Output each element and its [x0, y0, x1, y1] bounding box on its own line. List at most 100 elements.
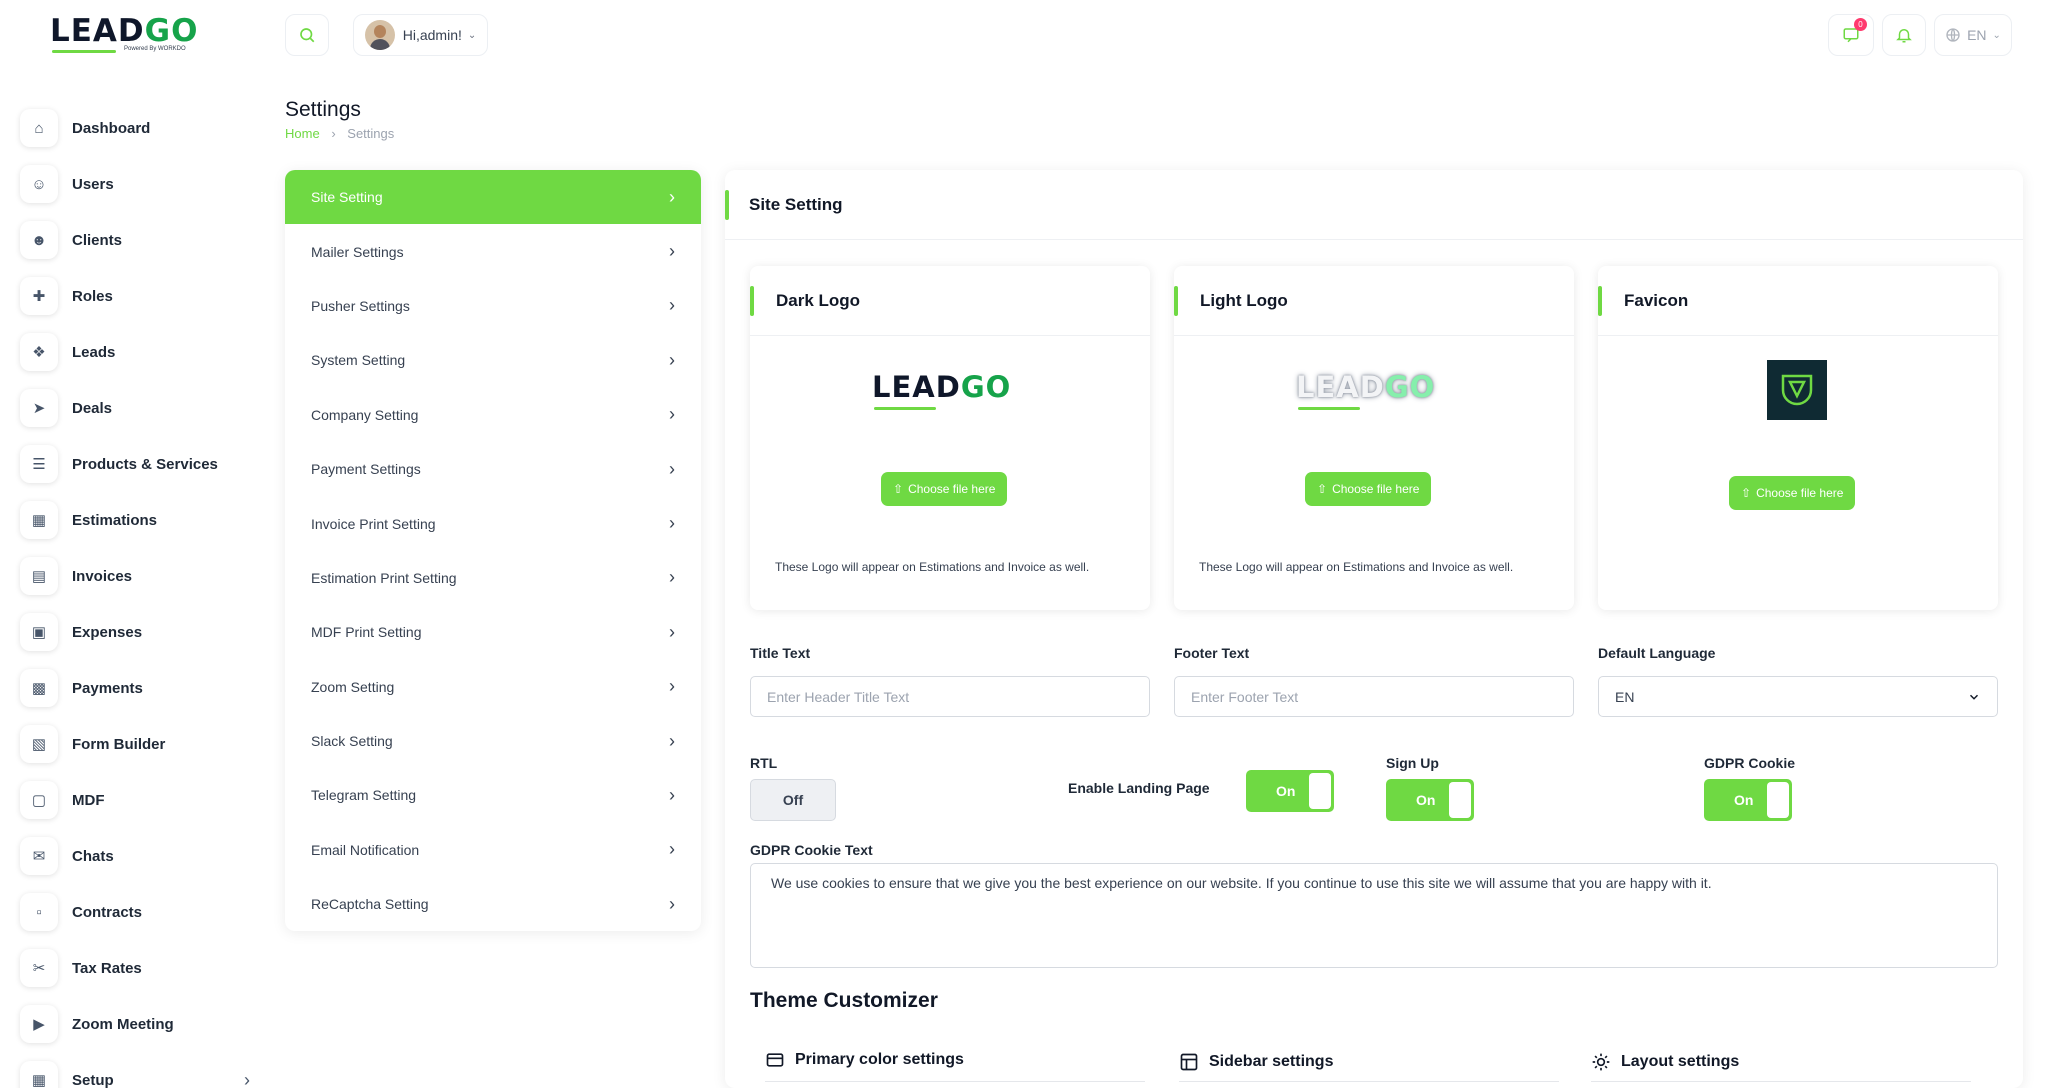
sidebar-item-label: Contracts	[72, 903, 143, 921]
user-icon: ☻	[20, 221, 58, 259]
sidebar-item-invoices[interactable]: ▤ Invoices	[20, 548, 250, 604]
settings-menu-item-recaptcha-setting[interactable]: ReCaptcha Setting ›	[285, 877, 701, 931]
logo-text: LEADGO	[1296, 370, 1436, 404]
sidebar: LEADGO Powered By WORKDO ⌂ Dashboard ☺ User…	[0, 0, 270, 1088]
estimations-icon: ▦	[20, 501, 58, 539]
sidebar-item-dashboard[interactable]: ⌂ Dashboard	[20, 100, 250, 156]
user-menu[interactable]: Hi,admin! ⌄	[353, 14, 488, 56]
section-label: Sidebar settings	[1209, 1053, 1334, 1070]
footer-text-input[interactable]	[1174, 676, 1574, 717]
settings-menu-item-site-setting[interactable]: Site Setting ›	[285, 170, 701, 225]
card-header: Favicon	[1598, 266, 1998, 336]
sidebar-item-mdf[interactable]: ▢ MDF	[20, 772, 250, 828]
settings-menu-item-invoice-print-setting[interactable]: Invoice Print Setting ›	[285, 496, 701, 550]
choose-dark-logo-button[interactable]: ⇧ Choose file here	[881, 472, 1008, 506]
chevron-right-icon: ›	[669, 676, 675, 697]
logo-note: These Logo will appear on Estimations an…	[1199, 560, 1514, 574]
sun-icon	[1592, 1053, 1610, 1071]
users-icon: ☺	[20, 165, 58, 203]
settings-menu-item-mdf-print-setting[interactable]: MDF Print Setting ›	[285, 605, 701, 659]
bell-icon	[1896, 29, 1912, 43]
settings-menu-item-estimation-print-setting[interactable]: Estimation Print Setting ›	[285, 551, 701, 605]
menu-item-label: Mailer Settings	[311, 243, 404, 260]
language-selector[interactable]: EN ⌄	[1934, 14, 2012, 56]
toggle-knob	[1767, 782, 1789, 818]
sidebar-item-users[interactable]: ☺ Users	[20, 156, 250, 212]
sidebar-item-clients[interactable]: ☻ Clients	[20, 212, 250, 268]
settings-menu-item-telegram-setting[interactable]: Telegram Setting ›	[285, 768, 701, 822]
notifications-button[interactable]	[1882, 14, 1926, 56]
sidebar-item-estimations[interactable]: ▦ Estimations	[20, 492, 250, 548]
panel-header: Site Setting	[725, 170, 2023, 240]
gdpr-cookie-toggle[interactable]: On	[1704, 779, 1792, 821]
sidebar-item-label: Roles	[72, 287, 113, 305]
sidebar-item-deals[interactable]: ➤ Deals	[20, 380, 250, 436]
default-language-label: Default Language	[1598, 645, 1716, 661]
user-greeting: Hi,admin!	[402, 27, 462, 43]
primary-color-settings-header[interactable]: Primary color settings	[765, 1050, 964, 1070]
menu-item-label: Payment Settings	[311, 461, 421, 478]
dark-logo-card: Dark Logo LEADGO ⇧ Choose file here These…	[750, 266, 1150, 610]
accent-mark	[1598, 286, 1602, 316]
menu-item-label: Telegram Setting	[311, 787, 417, 804]
default-language-select[interactable]: EN	[1598, 676, 1998, 717]
globe-icon	[1946, 28, 1960, 42]
button-label: Choose file here	[1332, 482, 1420, 496]
select-value: EN	[1615, 688, 1635, 705]
sign-up-toggle[interactable]: On	[1386, 779, 1474, 821]
settings-menu-item-email-notification[interactable]: Email Notification ›	[285, 823, 701, 877]
sidebar-item-label: Estimations	[72, 511, 158, 529]
title-text-input[interactable]	[750, 676, 1150, 717]
menu-item-label: Site Setting	[311, 189, 383, 206]
settings-menu-item-payment-settings[interactable]: Payment Settings ›	[285, 442, 701, 496]
chevron-right-icon: ›	[669, 893, 675, 914]
landing-page-toggle[interactable]: On	[1246, 770, 1334, 812]
menu-item-label: Pusher Settings	[311, 297, 410, 314]
sidebar-item-form-builder[interactable]: ▧ Form Builder	[20, 716, 250, 772]
chevron-down-icon: ⌄	[1992, 29, 2001, 41]
sidebar-item-label: Tax Rates	[72, 959, 142, 977]
chevron-right-icon: ›	[669, 186, 675, 207]
sidebar-item-leads[interactable]: ❖ Leads	[20, 324, 250, 380]
upload-icon: ⇧	[893, 482, 904, 496]
button-label: Choose file here	[908, 482, 996, 496]
logo-text: LEADGO	[50, 13, 199, 49]
settings-menu-item-company-setting[interactable]: Company Setting ›	[285, 388, 701, 442]
sidebar-settings-header[interactable]: Sidebar settings	[1179, 1052, 1333, 1072]
messages-button[interactable]: 0	[1828, 14, 1874, 56]
sidebar-item-label: Chats	[72, 847, 114, 865]
sidebar-item-tax-rates[interactable]: ✂ Tax Rates	[20, 940, 250, 996]
layout-settings-header[interactable]: Layout settings	[1591, 1052, 1739, 1072]
sidebar-item-expenses[interactable]: ▣ Expenses	[20, 604, 250, 660]
sidebar-item-contracts[interactable]: ▫ Contracts	[20, 884, 250, 940]
theme-customizer-title: Theme Customizer	[750, 989, 938, 1012]
sidebar-item-payments[interactable]: ▩ Payments	[20, 660, 250, 716]
settings-menu-item-pusher-settings[interactable]: Pusher Settings ›	[285, 279, 701, 333]
settings-menu-item-system-setting[interactable]: System Setting ›	[285, 333, 701, 387]
sidebar-item-roles[interactable]: ✚ Roles	[20, 268, 250, 324]
choose-favicon-button[interactable]: ⇧ Choose file here	[1729, 476, 1856, 510]
sidebar-item-setup[interactable]: ▦ Setup ›	[20, 1052, 250, 1088]
sidebar-item-label: Dashboard	[72, 119, 151, 137]
sidebar-item-products-services[interactable]: ☰ Products & Services	[20, 436, 250, 492]
chevron-right-icon: ›	[669, 404, 675, 425]
choose-light-logo-button[interactable]: ⇧ Choose file here	[1305, 472, 1432, 506]
rtl-toggle[interactable]: Off	[750, 779, 836, 821]
gdpr-cookie-textarea[interactable]: We use cookies to ensure that we give yo…	[750, 863, 1998, 968]
payments-icon: ▩	[20, 669, 58, 707]
divider	[1591, 1081, 1971, 1082]
breadcrumb-home[interactable]: Home	[285, 126, 320, 141]
favicon-icon	[1781, 374, 1813, 406]
sidebar-item-chats[interactable]: ✉ Chats	[20, 828, 250, 884]
settings-menu-item-mailer-settings[interactable]: Mailer Settings ›	[285, 224, 701, 278]
sidebar-item-label: Invoices	[72, 567, 133, 585]
landing-page-label: Enable Landing Page	[1068, 780, 1210, 796]
search-button[interactable]	[285, 14, 329, 56]
settings-menu-item-zoom-setting[interactable]: Zoom Setting ›	[285, 660, 701, 714]
app-logo[interactable]: LEADGO Powered By WORKDO	[50, 14, 210, 58]
settings-menu-item-slack-setting[interactable]: Slack Setting ›	[285, 714, 701, 768]
upload-icon: ⇧	[1317, 482, 1328, 496]
sidebar-item-zoom-meeting[interactable]: ▶ Zoom Meeting	[20, 996, 250, 1052]
settings-menu: Site Setting › Mailer Settings › Pusher Sett…	[285, 170, 701, 932]
sidebar-item-label: Users	[72, 175, 114, 193]
